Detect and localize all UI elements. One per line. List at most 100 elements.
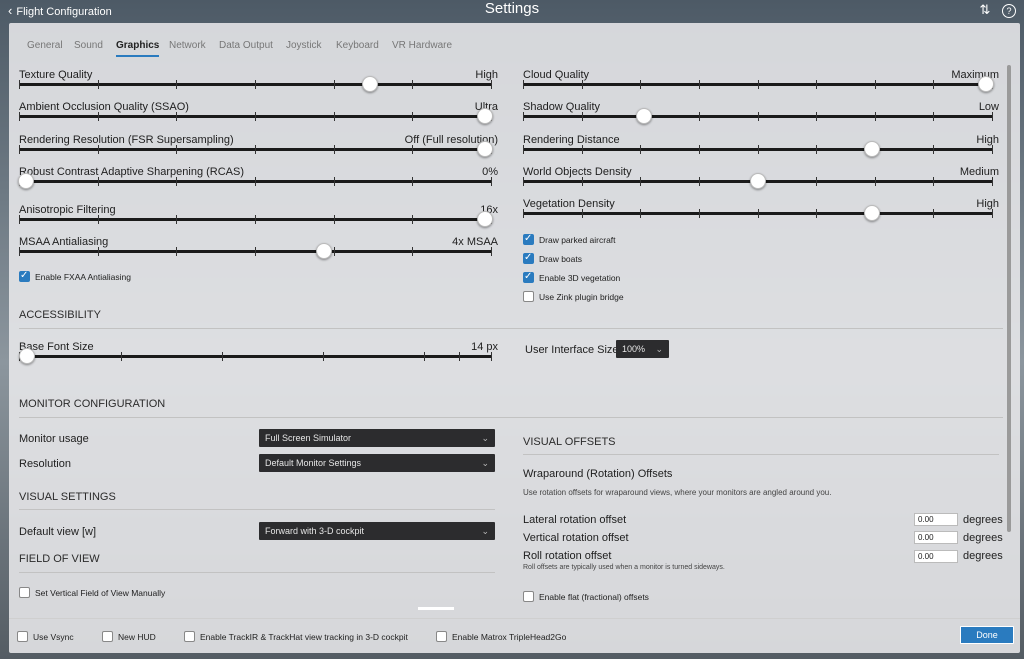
checkbox-mark: [523, 233, 534, 245]
slider-label: Rendering Distance: [523, 134, 620, 146]
slider-tick: [933, 112, 934, 121]
slider-tick: [640, 80, 641, 89]
slider-track[interactable]: [19, 348, 492, 364]
slider-label: Vegetation Density: [523, 198, 615, 210]
ui-size-select[interactable]: 100% ⌄: [616, 340, 669, 358]
slider-track[interactable]: [19, 141, 493, 157]
slider-tick: [176, 112, 177, 121]
resolution-select[interactable]: Default Monitor Settings ⌄: [259, 454, 495, 472]
use-vsync-checkbox[interactable]: Use Vsync: [17, 631, 74, 642]
slider-tick: [933, 177, 934, 186]
slider-tick: [98, 247, 99, 256]
draw-boats-checkbox[interactable]: Draw boats: [523, 252, 582, 264]
sliders-icon[interactable]: ⇅: [979, 2, 990, 17]
slider-knob[interactable]: [636, 108, 652, 124]
lateral-offset-unit: degrees: [963, 514, 1003, 526]
slider-tick: [176, 247, 177, 256]
slider-knob[interactable]: [316, 243, 332, 259]
slider-tick: [491, 80, 492, 89]
monitor-usage-select[interactable]: Full Screen Simulator ⌄: [259, 429, 495, 447]
chevron-down-icon: ⌄: [481, 526, 489, 536]
slider-knob[interactable]: [19, 348, 35, 364]
visual-offsets-heading: VISUAL OFFSETS: [523, 436, 616, 448]
slider-label: Anisotropic Filtering: [19, 204, 116, 216]
draw-parked-aircraft-checkbox[interactable]: Draw parked aircraft: [523, 233, 616, 245]
slider-track[interactable]: [523, 205, 993, 221]
matrox-checkbox[interactable]: Enable Matrox TripleHead2Go: [436, 631, 566, 642]
set-vertical-fov-checkbox[interactable]: Set Vertical Field of View Manually: [19, 587, 165, 598]
slider-track[interactable]: [523, 141, 993, 157]
select-value: Full Screen Simulator: [265, 433, 352, 443]
slider-tick: [255, 215, 256, 224]
enable-3d-vegetation-checkbox[interactable]: Enable 3D vegetation: [523, 271, 620, 283]
slider-track[interactable]: [523, 173, 993, 189]
accessibility-heading: ACCESSIBILITY: [19, 309, 101, 321]
default-view-select[interactable]: Forward with 3-D cockpit ⌄: [259, 522, 495, 540]
slider-tick: [412, 247, 413, 256]
slider-tick: [933, 209, 934, 218]
select-value: 100%: [622, 344, 646, 354]
checkbox-mark: [436, 631, 447, 642]
slider-track[interactable]: [18, 173, 492, 189]
slider-tick: [582, 209, 583, 218]
slider-track[interactable]: [523, 76, 994, 92]
checkbox-label: Set Vertical Field of View Manually: [35, 587, 166, 598]
slider-label: World Objects Density: [523, 166, 632, 178]
slider-knob[interactable]: [477, 108, 493, 124]
slider-tick: [255, 145, 256, 154]
slider-value: Low: [978, 101, 999, 113]
slider-track[interactable]: [19, 211, 493, 227]
done-button[interactable]: Done: [960, 626, 1014, 644]
slider-tick: [816, 177, 817, 186]
lateral-offset-input[interactable]: 0.00: [914, 513, 958, 526]
roll-offset-input[interactable]: 0.00: [914, 550, 958, 563]
partial-control: [418, 607, 454, 610]
slider-knob[interactable]: [477, 211, 493, 227]
slider-track[interactable]: [19, 243, 492, 259]
slider-knob[interactable]: [477, 141, 493, 157]
slider-knob[interactable]: [18, 173, 34, 189]
slider-tick: [412, 177, 413, 186]
slider-tick: [640, 145, 641, 154]
slider-knob[interactable]: [978, 76, 994, 92]
slider-tick: [992, 112, 993, 121]
flat-offsets-checkbox[interactable]: Enable flat (fractional) offsets: [523, 591, 649, 602]
lateral-offset-label: Lateral rotation offset: [523, 514, 627, 526]
slider-tick: [992, 209, 993, 218]
slider-knob[interactable]: [750, 173, 766, 189]
help-icon[interactable]: ?: [1002, 4, 1016, 18]
slider-value: 14 px: [471, 341, 498, 353]
slider-value: Medium: [959, 166, 999, 178]
slider-value: High: [976, 198, 999, 210]
trackir-checkbox[interactable]: Enable TrackIR & TrackHat view tracking …: [184, 631, 408, 642]
fxaa-checkbox[interactable]: Enable FXAA Antialiasing: [19, 270, 131, 282]
checkbox-label: Draw boats: [539, 253, 582, 264]
new-hud-checkbox[interactable]: New HUD: [102, 631, 156, 642]
slider-tick: [758, 145, 759, 154]
slider-tick: [523, 177, 524, 186]
slider-tick: [758, 80, 759, 89]
scrollbar[interactable]: [1007, 65, 1011, 532]
roll-offset-unit: degrees: [963, 550, 1003, 562]
slider-knob[interactable]: [864, 205, 880, 221]
checkbox-label: Enable flat (fractional) offsets: [539, 591, 649, 602]
slider-tick: [255, 112, 256, 121]
slider-tick: [875, 80, 876, 89]
slider-tick: [334, 112, 335, 121]
use-zink-checkbox[interactable]: Use Zink plugin bridge: [523, 291, 624, 302]
slider-label: Ambient Occlusion Quality (SSAO): [19, 101, 189, 113]
slider-track[interactable]: [19, 108, 493, 124]
ui-size-label: User Interface Size: [525, 344, 619, 356]
slider-track[interactable]: [19, 76, 492, 92]
slider-label: Rendering Resolution (FSR Supersampling): [19, 134, 234, 146]
slider-knob[interactable]: [362, 76, 378, 92]
checkbox-mark: [19, 270, 30, 282]
slider-tick: [816, 112, 817, 121]
slider-knob[interactable]: [864, 141, 880, 157]
slider-tick: [412, 215, 413, 224]
slider-tick: [176, 145, 177, 154]
checkbox-mark: [184, 631, 195, 642]
vertical-offset-input[interactable]: 0.00: [914, 531, 958, 544]
slider-tick: [992, 145, 993, 154]
slider-track[interactable]: [523, 108, 993, 124]
